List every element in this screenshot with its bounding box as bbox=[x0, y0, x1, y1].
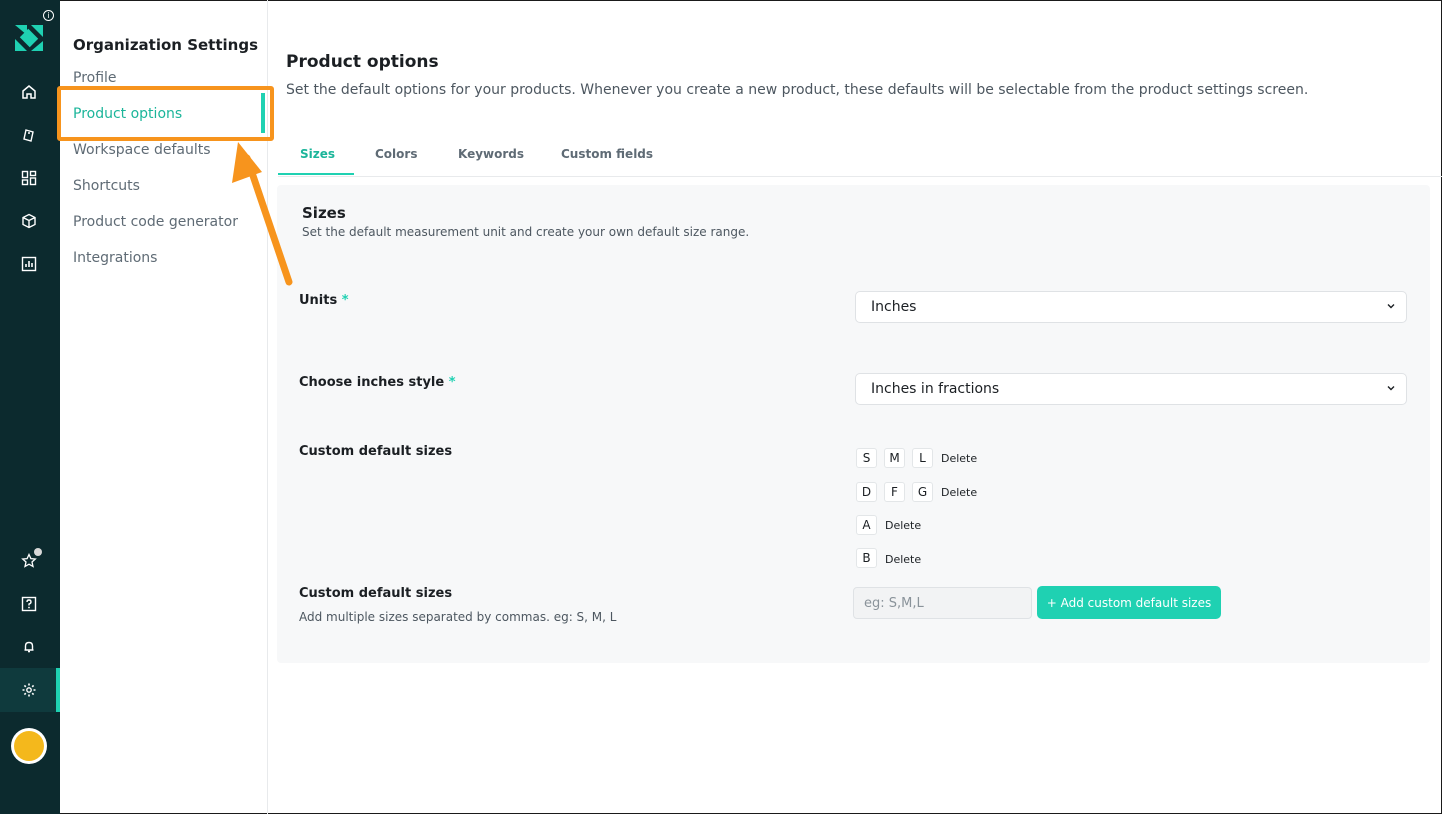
tag-icon[interactable] bbox=[18, 124, 40, 146]
required-mark: * bbox=[448, 375, 456, 390]
bell-icon[interactable] bbox=[18, 636, 40, 658]
logo-icon[interactable] bbox=[14, 24, 44, 52]
units-select-value: Inches bbox=[871, 299, 917, 315]
size-chip: G bbox=[912, 482, 933, 502]
inches-style-label: Choose inches style * bbox=[299, 375, 456, 390]
delete-size-group-button[interactable]: Delete bbox=[941, 452, 977, 465]
inches-style-select[interactable]: Inches in fractions bbox=[855, 373, 1407, 405]
page-description: Set the default options for your product… bbox=[286, 82, 1309, 98]
add-custom-sizes-button[interactable]: + Add custom default sizes bbox=[1037, 586, 1221, 619]
app-rail: i bbox=[0, 0, 60, 814]
tab-colors[interactable]: Colors bbox=[375, 147, 417, 161]
tab-keywords[interactable]: Keywords bbox=[458, 147, 524, 161]
add-sizes-label: Custom default sizes bbox=[299, 586, 453, 601]
delete-size-group-button[interactable]: Delete bbox=[885, 519, 921, 532]
inches-style-label-text: Choose inches style bbox=[299, 375, 445, 390]
required-mark: * bbox=[341, 293, 349, 308]
size-chip: D bbox=[856, 482, 877, 502]
sidebar-item-product-code-generator[interactable]: Product code generator bbox=[73, 214, 238, 230]
size-chip: M bbox=[884, 448, 905, 468]
help-icon[interactable] bbox=[18, 593, 40, 615]
highlight-annotation bbox=[57, 86, 274, 141]
home-icon[interactable] bbox=[18, 81, 40, 103]
size-chip: A bbox=[856, 515, 877, 535]
avatar[interactable] bbox=[11, 728, 47, 764]
panel-description: Set the default measurement unit and cre… bbox=[302, 225, 750, 239]
size-chip: L bbox=[912, 448, 933, 468]
inches-style-select-value: Inches in fractions bbox=[871, 381, 1000, 397]
sizes-panel: Sizes Set the default measurement unit a… bbox=[277, 185, 1430, 663]
units-select[interactable]: Inches bbox=[855, 291, 1407, 323]
size-chip: F bbox=[884, 482, 905, 502]
delete-size-group-button[interactable]: Delete bbox=[941, 486, 977, 499]
sidebar-item-integrations[interactable]: Integrations bbox=[73, 250, 157, 266]
custom-sizes-input[interactable] bbox=[853, 587, 1032, 619]
page-title: Product options bbox=[286, 52, 439, 72]
size-chip: S bbox=[856, 448, 877, 468]
sidebar-item-shortcuts[interactable]: Shortcuts bbox=[73, 178, 140, 194]
chevron-down-icon bbox=[1387, 386, 1395, 391]
bar-chart-icon[interactable] bbox=[18, 253, 40, 275]
tab-custom-fields[interactable]: Custom fields bbox=[561, 147, 653, 161]
info-icon[interactable]: i bbox=[43, 10, 54, 21]
chevron-down-icon bbox=[1387, 304, 1395, 309]
grid-icon[interactable] bbox=[18, 167, 40, 189]
gear-icon[interactable] bbox=[18, 679, 40, 701]
add-sizes-hint: Add multiple sizes separated by commas. … bbox=[299, 610, 617, 624]
units-label-text: Units bbox=[299, 293, 338, 308]
avatar-image bbox=[14, 731, 44, 761]
units-label: Units * bbox=[299, 293, 349, 308]
pointer-arrow-icon bbox=[232, 142, 293, 286]
sidebar-item-profile[interactable]: Profile bbox=[73, 70, 117, 86]
sidebar-item-workspace-defaults[interactable]: Workspace defaults bbox=[73, 142, 211, 158]
tab-bar: Sizes Colors Keywords Custom fields bbox=[278, 138, 1442, 177]
size-chip: B bbox=[856, 548, 877, 568]
settings-title: Organization Settings bbox=[73, 36, 259, 54]
box-icon[interactable] bbox=[18, 210, 40, 232]
delete-size-group-button[interactable]: Delete bbox=[885, 553, 921, 566]
notification-dot bbox=[34, 548, 42, 556]
custom-sizes-label: Custom default sizes bbox=[299, 444, 453, 459]
